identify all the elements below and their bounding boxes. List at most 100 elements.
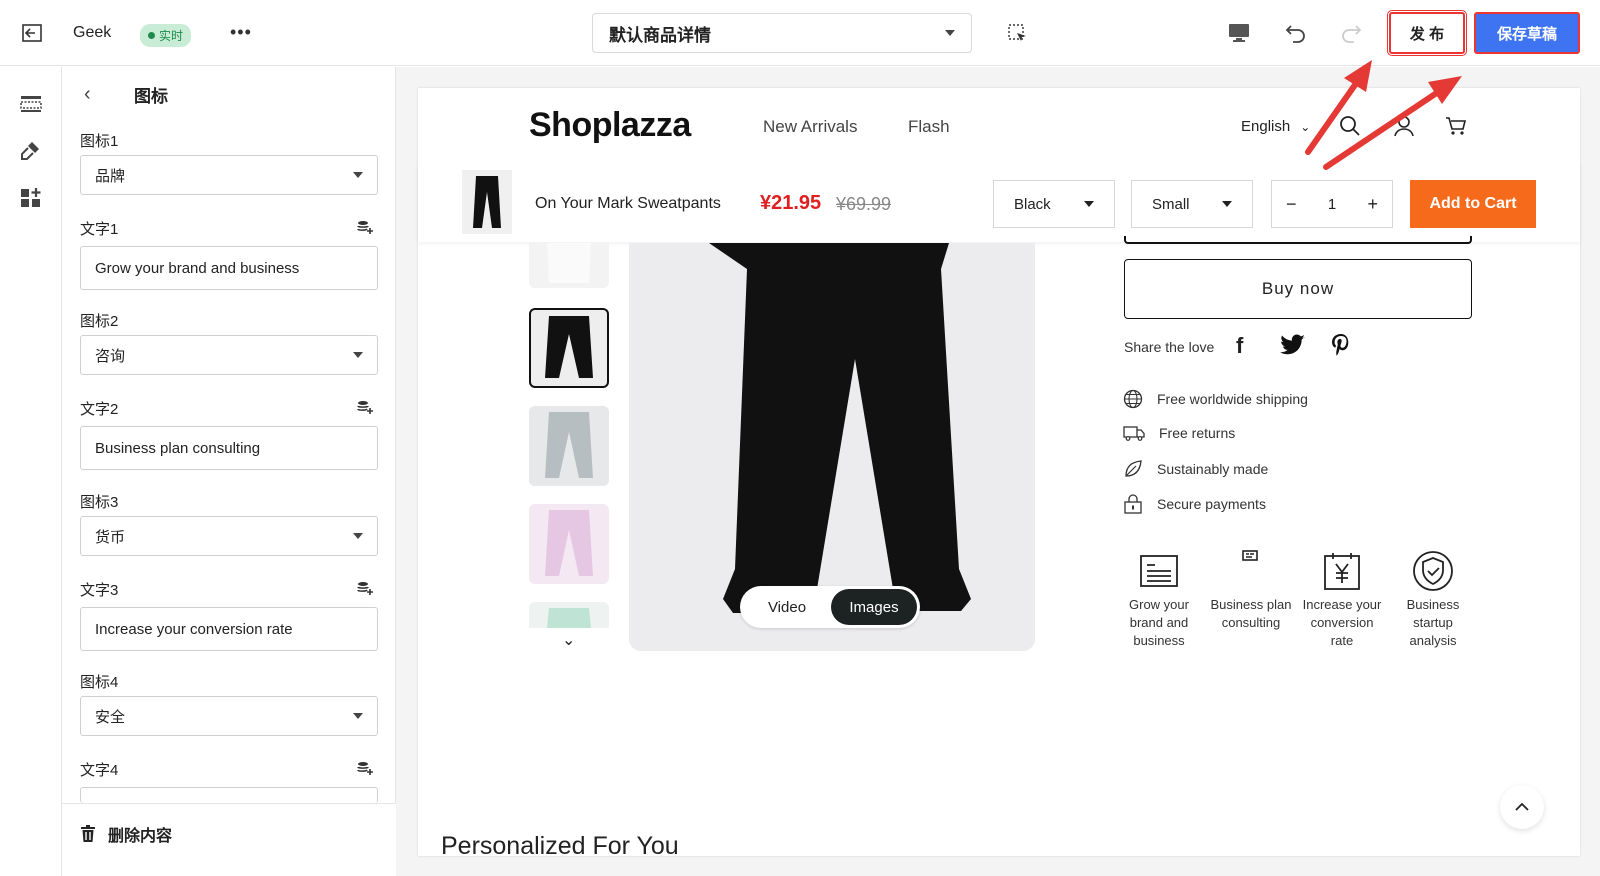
icon4-label: 图标4	[80, 674, 119, 691]
icon3-label: 图标3	[80, 494, 119, 511]
quantity-value[interactable]: 1	[1328, 196, 1336, 213]
product-thumbnail[interactable]	[529, 243, 609, 288]
feature-secure: Secure payments	[1123, 494, 1266, 514]
size-select[interactable]: Small	[1131, 180, 1253, 228]
annotation-arrows	[1305, 60, 1462, 170]
chevron-down-icon[interactable]: ⌄	[562, 630, 575, 650]
previous-button-edge	[1124, 236, 1472, 244]
truck-icon	[1123, 426, 1145, 441]
consulting-icon	[1210, 550, 1292, 592]
store-logo[interactable]: Shoplazza	[529, 106, 691, 145]
feature-secure-label: Secure payments	[1157, 496, 1266, 512]
icon4-select[interactable]: 安全	[80, 696, 378, 736]
icon-tile-brand-label: Grow your brand and business	[1129, 597, 1189, 648]
add-to-cart-button[interactable]: Add to Cart	[1410, 180, 1536, 228]
facebook-icon[interactable]: f	[1236, 333, 1243, 359]
text4-input[interactable]	[80, 787, 378, 803]
product-thumbnail-selected[interactable]	[529, 308, 609, 388]
text1-input[interactable]: Grow your brand and business	[80, 246, 378, 290]
sticky-product-name: On Your Mark Sweatpants	[535, 195, 721, 212]
sticky-price: ¥21.95	[760, 192, 822, 214]
chevron-down-icon	[353, 352, 363, 358]
language-value: English	[1241, 118, 1291, 135]
sections-icon[interactable]	[18, 93, 44, 115]
media-toggle: Video Images	[740, 586, 920, 628]
currency-icon	[1301, 550, 1383, 592]
trash-icon	[81, 825, 95, 842]
size-value: Small	[1152, 195, 1190, 213]
page-template-select[interactable]: 默认商品详情	[592, 13, 972, 53]
dynamic-source-icon[interactable]	[357, 581, 373, 595]
shield-icon	[1392, 550, 1474, 592]
icon2-select[interactable]: 咨询	[80, 335, 378, 375]
feature-returns: Free returns	[1123, 424, 1235, 442]
feature-sustainable-label: Sustainably made	[1157, 461, 1269, 477]
panel-title: 图标	[134, 87, 168, 106]
save-draft-button[interactable]: 保存草稿	[1474, 12, 1580, 54]
icon-tile-conversion-label: Increase your conversion rate	[1302, 597, 1382, 648]
icon-tile-brand: Grow your brand and business	[1118, 550, 1200, 650]
color-select[interactable]: Black	[993, 180, 1115, 228]
plus-icon[interactable]: +	[1367, 194, 1378, 215]
chevron-down-icon	[353, 713, 363, 719]
icon1-select[interactable]: 品牌	[80, 155, 378, 195]
minus-icon[interactable]: −	[1286, 194, 1297, 215]
text2-label: 文字2	[80, 401, 119, 418]
scroll-top-button[interactable]	[1500, 785, 1544, 829]
chevron-down-icon	[1222, 201, 1232, 207]
images-tab[interactable]: Images	[831, 589, 917, 625]
icon-tile-conversion: Increase your conversion rate	[1301, 550, 1383, 650]
publish-button[interactable]: 发 布	[1387, 10, 1467, 56]
product-thumbnail[interactable]	[529, 504, 609, 584]
icon1-value: 品牌	[95, 167, 126, 185]
sticky-product-image	[462, 170, 512, 234]
icon2-label: 图标2	[80, 313, 119, 330]
feature-sustainable: Sustainably made	[1123, 459, 1268, 479]
apps-icon[interactable]	[18, 185, 44, 209]
live-badge-label: 实时	[159, 29, 184, 43]
chevron-up-icon	[1515, 802, 1529, 811]
panel-footer: 删除内容	[62, 803, 396, 876]
left-rail	[0, 67, 62, 876]
pinterest-icon[interactable]	[1330, 333, 1352, 357]
icon4-value: 安全	[95, 708, 126, 726]
theme-name: Geek	[73, 24, 112, 41]
icon3-select[interactable]: 货币	[80, 516, 378, 556]
text2-input[interactable]: Business plan consulting	[80, 426, 378, 470]
twitter-icon[interactable]	[1280, 334, 1306, 356]
chevron-down-icon	[353, 533, 363, 539]
chevron-down-icon	[945, 30, 955, 36]
theme-style-icon[interactable]	[18, 139, 44, 163]
chevron-down-icon	[353, 172, 363, 178]
share-label: Share the love	[1124, 339, 1215, 355]
more-icon[interactable]: •••	[230, 22, 252, 43]
settings-panel: ‹ 图标 图标1 品牌 文字1 Grow your brand and busi…	[62, 67, 396, 876]
dynamic-source-icon[interactable]	[357, 220, 373, 234]
video-tab[interactable]: Video	[743, 589, 831, 625]
dynamic-source-icon[interactable]	[357, 400, 373, 414]
icon1-label: 图标1	[80, 133, 119, 150]
live-badge: 实时	[140, 24, 192, 47]
text3-input[interactable]: Increase your conversion rate	[80, 607, 378, 651]
exit-icon[interactable]	[20, 22, 44, 44]
nav-flash[interactable]: Flash	[908, 117, 950, 137]
delete-content-button[interactable]: 删除内容	[80, 822, 172, 846]
buy-now-button[interactable]: Buy now	[1124, 259, 1472, 319]
product-thumbnail[interactable]	[529, 406, 609, 486]
redo-icon[interactable]	[1338, 20, 1364, 46]
lock-icon	[1124, 494, 1142, 514]
nav-new-arrivals[interactable]: New Arrivals	[763, 117, 857, 137]
icon-tile-startup-label: Business startup analysis	[1406, 597, 1460, 648]
section-title: Personalized For You	[441, 832, 679, 860]
icon-tile-startup: Business startup analysis	[1392, 550, 1474, 650]
text4-label: 文字4	[80, 762, 119, 779]
delete-content-label: 删除内容	[108, 828, 173, 845]
icon-tile-consulting-label: Business plan consulting	[1210, 597, 1292, 630]
select-element-icon[interactable]	[1007, 23, 1029, 45]
undo-icon[interactable]	[1283, 20, 1309, 46]
brand-icon	[1118, 550, 1200, 592]
dynamic-source-icon[interactable]	[357, 761, 373, 775]
leaf-icon	[1125, 460, 1142, 477]
back-icon[interactable]: ‹	[84, 83, 91, 106]
desktop-preview-icon[interactable]	[1226, 22, 1252, 44]
